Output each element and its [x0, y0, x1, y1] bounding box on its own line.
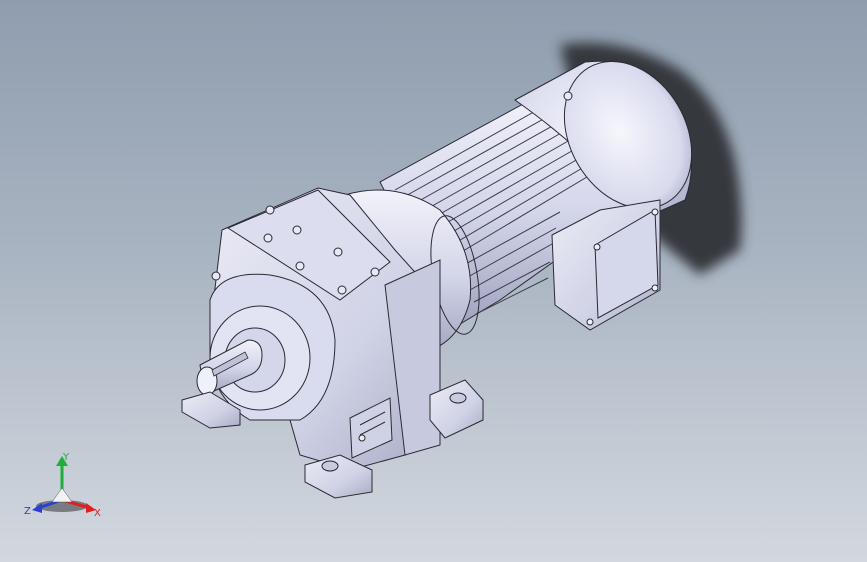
y-axis-label: Y [62, 452, 70, 463]
gear-motor-model[interactable] [0, 0, 867, 562]
z-axis-label: Z [24, 506, 31, 517]
cap-bolt [563, 91, 573, 101]
triad-origin-icon [51, 487, 73, 503]
graphics-viewport[interactable]: Y X Z [0, 0, 867, 562]
x-axis-label: X [94, 508, 101, 519]
axis-triad: Y X Z [24, 452, 101, 519]
